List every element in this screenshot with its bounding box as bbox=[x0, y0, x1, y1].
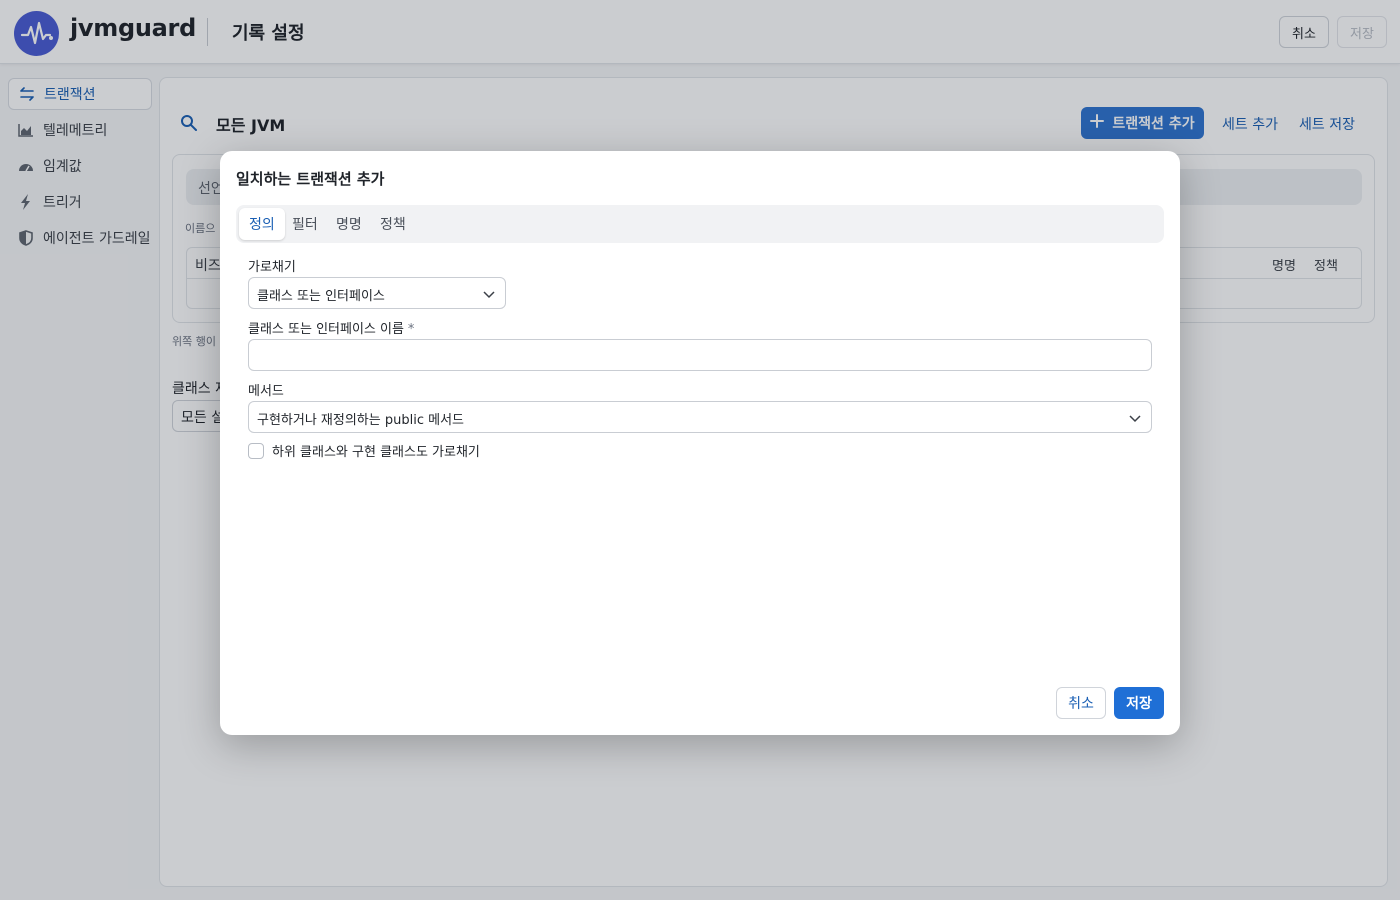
tab-definition[interactable]: 정의 bbox=[239, 208, 285, 240]
interceptor-selected-value: 클래스 또는 인터페이스 bbox=[257, 289, 385, 304]
class-name-label: 클래스 또는 인터페이스 이름 * bbox=[248, 318, 414, 337]
tab-naming[interactable]: 명명 bbox=[326, 208, 372, 240]
subclass-checkbox-label[interactable]: 하위 클래스와 구현 클래스도 가로채기 bbox=[272, 441, 480, 460]
chevron-down-icon bbox=[483, 288, 495, 303]
dialog-cancel-button[interactable]: 취소 bbox=[1056, 687, 1106, 719]
interceptor-select[interactable]: 클래스 또는 인터페이스 bbox=[248, 277, 506, 309]
chevron-down-icon bbox=[1129, 412, 1141, 427]
subclass-checkbox-row[interactable]: 하위 클래스와 구현 클래스도 가로채기 bbox=[248, 441, 480, 460]
required-mark: * bbox=[407, 322, 415, 337]
method-selected-value: 구현하거나 재정의하는 public 메서드 bbox=[257, 413, 464, 428]
method-select[interactable]: 구현하거나 재정의하는 public 메서드 bbox=[248, 401, 1152, 433]
class-name-label-text: 클래스 또는 인터페이스 이름 bbox=[248, 322, 404, 337]
method-label: 메서드 bbox=[248, 384, 284, 399]
dialog-save-button[interactable]: 저장 bbox=[1114, 687, 1164, 719]
subclass-checkbox[interactable] bbox=[248, 442, 264, 459]
dialog-title: 일치하는 트랜잭션 추가 bbox=[236, 170, 385, 188]
class-name-input[interactable] bbox=[248, 339, 1152, 371]
tab-filter[interactable]: 필터 bbox=[282, 208, 328, 240]
dialog-tabs: 정의 필터 명명 정책 bbox=[236, 205, 1164, 243]
tab-policy[interactable]: 정책 bbox=[370, 208, 416, 240]
add-transaction-dialog: 일치하는 트랜잭션 추가 정의 필터 명명 정책 가로채기 클래스 또는 인터페… bbox=[220, 151, 1180, 735]
interceptor-label: 가로채기 bbox=[248, 260, 296, 275]
